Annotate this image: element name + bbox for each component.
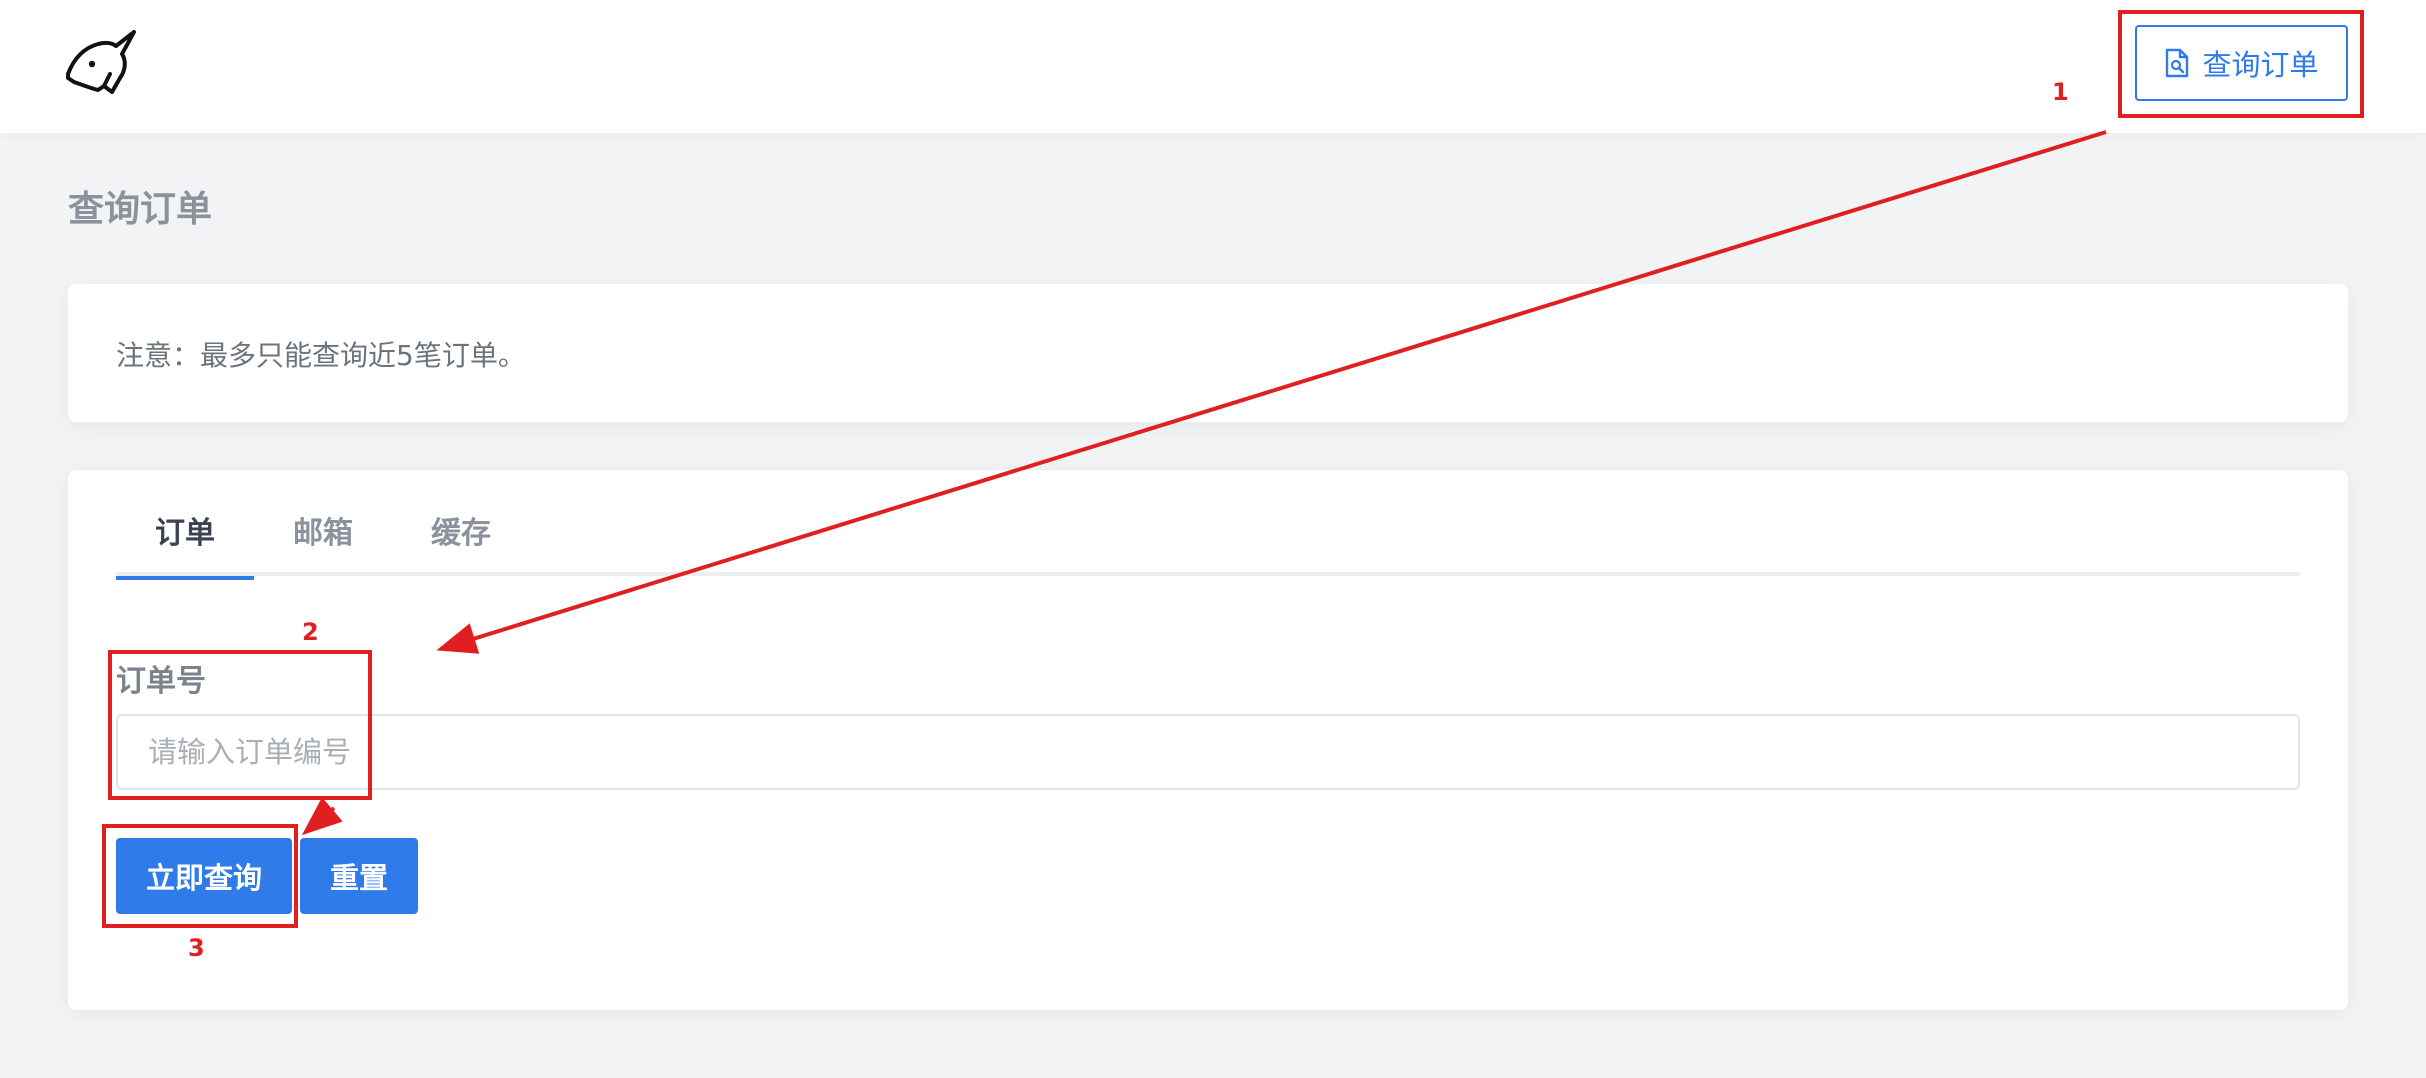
query-tabs: 订单 邮箱 缓存 — [116, 519, 2300, 580]
order-query-form-card: 订单 邮箱 缓存 订单号 立即查询 重置 — [68, 470, 2348, 1010]
order-number-label: 订单号 — [116, 664, 206, 699]
tab-order[interactable]: 订单 — [116, 519, 254, 580]
annotation-step2-number: 2 — [302, 618, 319, 646]
page: 查询订单 查询订单 注意：最多只能查询近5笔订单。 订单 邮箱 缓存 订单号 立… — [0, 0, 2426, 1078]
top-bar: 查询订单 — [0, 0, 2426, 133]
order-number-input[interactable] — [116, 714, 2300, 790]
unicorn-logo-icon[interactable] — [64, 30, 140, 96]
query-order-button-label: 查询订单 — [2202, 50, 2319, 82]
annotation-step3-number: 3 — [188, 934, 205, 962]
file-search-icon — [2166, 48, 2189, 78]
page-title: 查询订单 — [68, 189, 213, 230]
search-now-button[interactable]: 立即查询 — [116, 838, 292, 914]
reset-button[interactable]: 重置 — [300, 838, 418, 914]
notice-text: 注意：最多只能查询近5笔订单。 — [116, 339, 526, 372]
tab-email[interactable]: 邮箱 — [254, 519, 392, 576]
tab-cache-label: 缓存 — [431, 516, 491, 551]
notice-card: 注意：最多只能查询近5笔订单。 — [68, 284, 2348, 422]
query-order-button[interactable]: 查询订单 — [2135, 25, 2348, 101]
tab-order-label: 订单 — [155, 516, 215, 551]
annotation-step1-number: 1 — [2052, 78, 2069, 106]
tab-email-label: 邮箱 — [293, 516, 353, 551]
tab-cache[interactable]: 缓存 — [392, 519, 530, 576]
